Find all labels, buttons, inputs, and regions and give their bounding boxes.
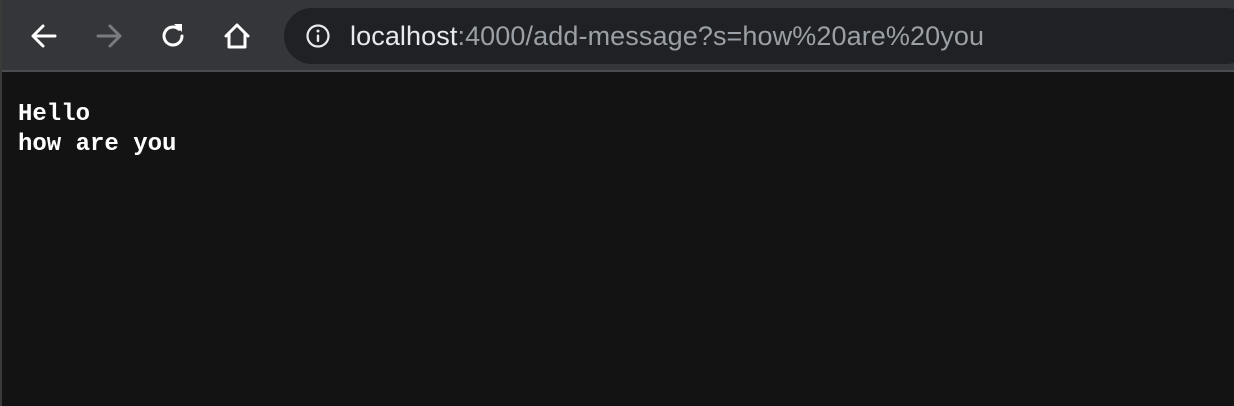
forward-button[interactable] (89, 16, 129, 56)
message-line: how are you (18, 131, 177, 158)
reload-button[interactable] (153, 16, 193, 56)
browser-window: localhost:4000/add-message?s=how%20are%2… (0, 0, 1234, 406)
url-text[interactable]: localhost:4000/add-message?s=how%20are%2… (350, 21, 984, 52)
url-host: localhost (350, 20, 458, 51)
home-button[interactable] (217, 16, 257, 56)
page-content: Hello how are you (18, 100, 176, 160)
info-circle-icon[interactable] (304, 22, 332, 50)
arrow-right-icon (96, 24, 122, 48)
address-bar[interactable]: localhost:4000/add-message?s=how%20are%2… (284, 8, 1234, 64)
arrow-left-icon (31, 24, 57, 48)
home-icon (224, 23, 250, 49)
back-button[interactable] (24, 16, 64, 56)
reload-icon (162, 24, 184, 47)
url-path: :4000/add-message?s=how%20are%20you (457, 20, 985, 51)
browser-toolbar: localhost:4000/add-message?s=how%20are%2… (2, 0, 1234, 72)
message-line: Hello (18, 101, 91, 128)
